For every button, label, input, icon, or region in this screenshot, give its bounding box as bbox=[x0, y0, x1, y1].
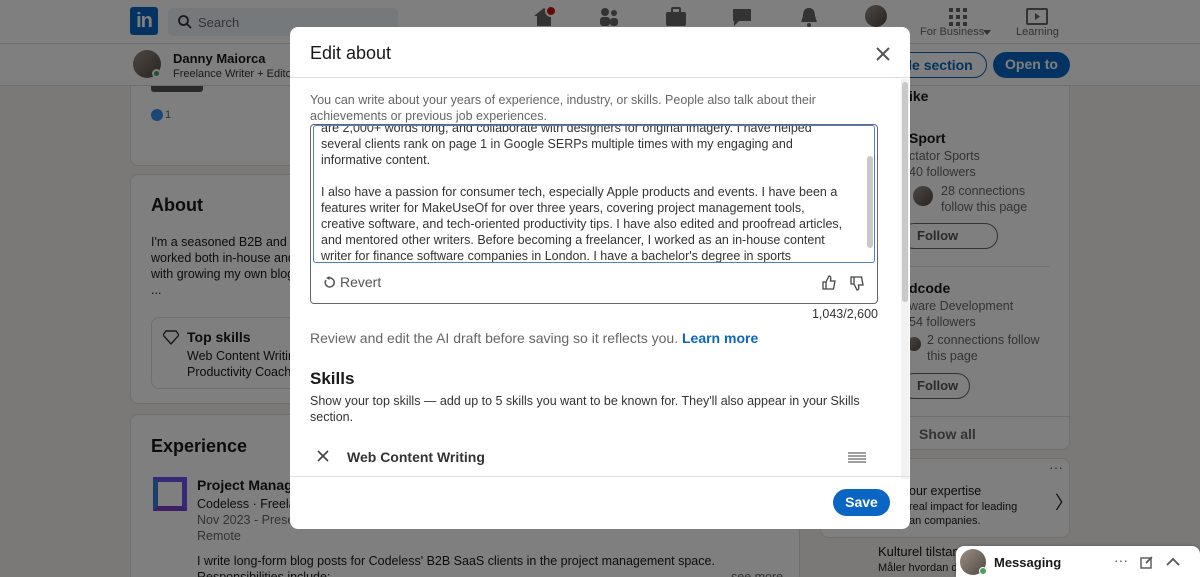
more-options-icon[interactable]: ··· bbox=[1114, 552, 1128, 568]
drag-handle-icon[interactable] bbox=[848, 451, 866, 463]
learn-more-link[interactable]: Learn more bbox=[682, 330, 758, 346]
ai-review-note: Review and edit the AI draft before savi… bbox=[310, 330, 758, 346]
skills-description: Show your top skills — add up to 5 skill… bbox=[310, 393, 870, 425]
revert-label: Revert bbox=[340, 274, 381, 290]
about-hint-text: You can write about your years of experi… bbox=[310, 92, 870, 124]
modal-title: Edit about bbox=[310, 43, 391, 64]
online-indicator bbox=[979, 567, 987, 575]
revert-button[interactable]: Revert bbox=[323, 274, 381, 290]
skill-item-1: Web Content Writing bbox=[347, 449, 485, 465]
about-editor: are 2,000+ words long, and collaborate w… bbox=[310, 124, 878, 304]
messaging-bar[interactable]: Messaging ··· bbox=[956, 546, 1200, 577]
messaging-label[interactable]: Messaging bbox=[994, 555, 1061, 570]
revert-icon bbox=[323, 276, 336, 289]
skills-heading: Skills bbox=[310, 369, 354, 389]
footer-divider bbox=[290, 476, 910, 477]
edit-about-modal: Edit about You can write about your year… bbox=[290, 27, 910, 529]
remove-skill-icon[interactable] bbox=[315, 448, 331, 464]
modal-scrollbar[interactable] bbox=[902, 82, 908, 302]
textarea-scrollbar[interactable] bbox=[867, 156, 873, 248]
thumbs-up-icon[interactable] bbox=[821, 275, 837, 291]
ai-review-text: Review and edit the AI draft before savi… bbox=[310, 330, 678, 346]
about-text-paragraph-2: I also have a passion for consumer tech,… bbox=[321, 184, 851, 263]
character-count: 1,043/2,600 bbox=[790, 307, 878, 321]
thumbs-down-icon[interactable] bbox=[849, 275, 865, 291]
save-button[interactable]: Save bbox=[833, 489, 890, 516]
about-text-paragraph-1: are 2,000+ words long, and collaborate w… bbox=[321, 125, 851, 168]
chevron-up-icon[interactable] bbox=[1166, 557, 1180, 566]
close-icon[interactable] bbox=[872, 43, 894, 65]
about-textarea[interactable]: are 2,000+ words long, and collaborate w… bbox=[313, 125, 875, 263]
header-divider bbox=[290, 77, 910, 78]
compose-icon[interactable] bbox=[1140, 555, 1154, 569]
